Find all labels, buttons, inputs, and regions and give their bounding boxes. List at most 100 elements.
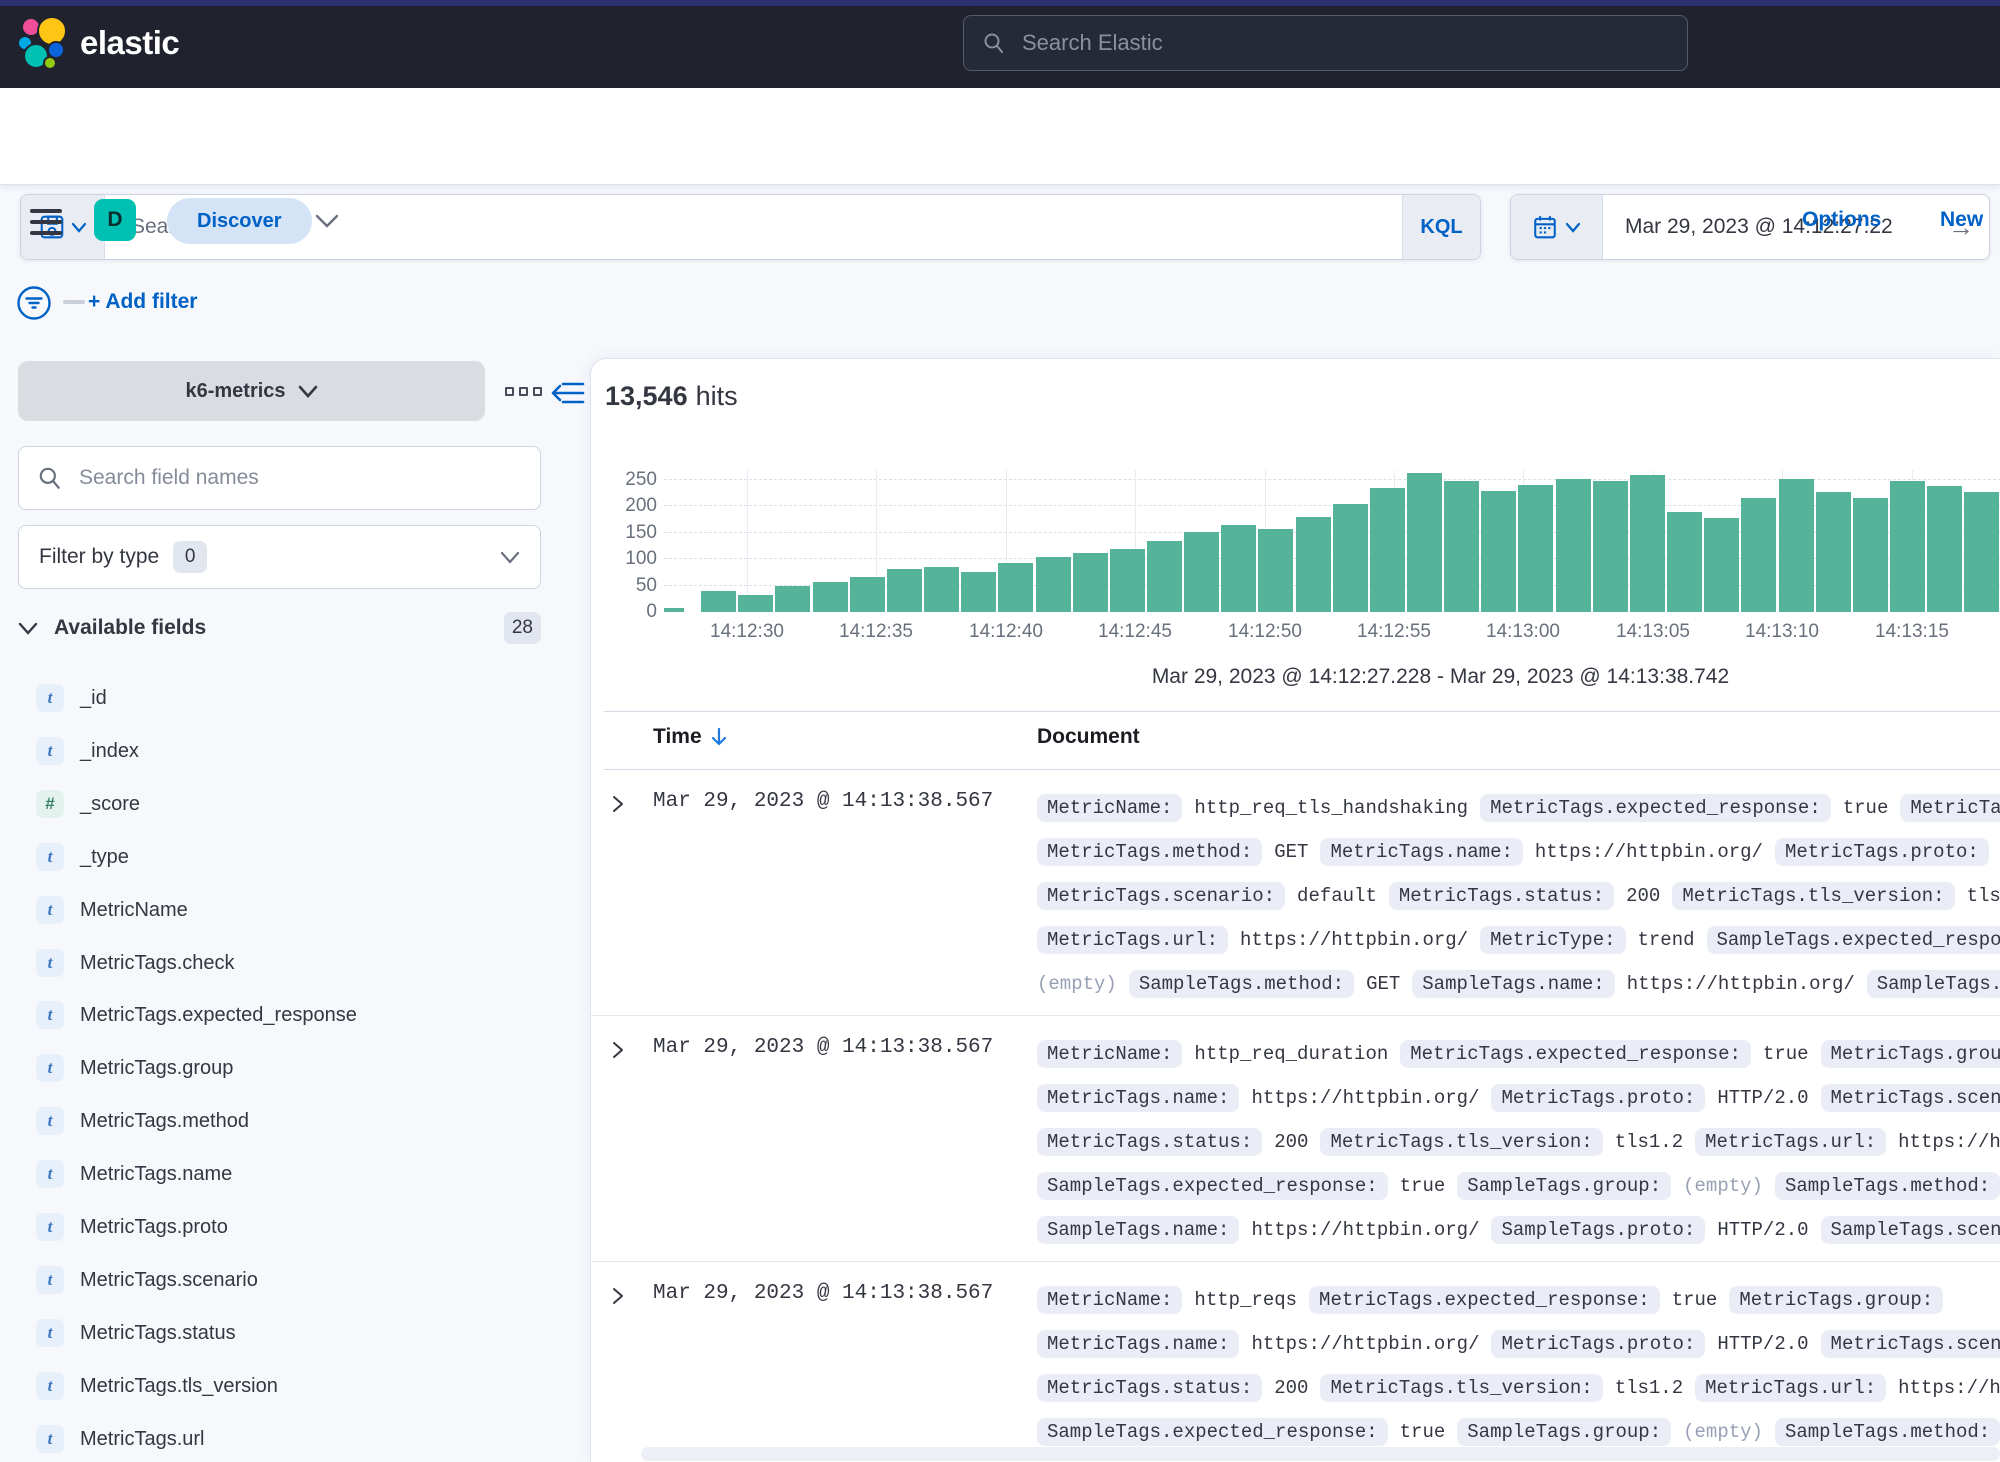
row-timestamp: Mar 29, 2023 @ 14:13:38.567 (653, 1282, 993, 1305)
field-key-pill: MetricTags.expected_response: (1309, 1286, 1660, 1314)
filter-icon[interactable] (16, 285, 52, 321)
histogram-bar (1704, 518, 1739, 612)
field-options-icon[interactable] (505, 387, 542, 396)
text-field-icon: t (36, 1266, 64, 1294)
expand-row-icon[interactable] (609, 1286, 627, 1306)
field-name: _id (80, 687, 107, 710)
space-avatar[interactable]: D (94, 199, 136, 241)
field-key-pill: MetricTags.group: (1729, 1286, 1943, 1314)
field-value: HTTP/2.0 (1717, 1087, 1808, 1109)
text-field-icon: t (36, 1425, 64, 1453)
field-search-input[interactable]: Search field names (18, 446, 541, 510)
text-field-icon: t (36, 737, 64, 765)
field-name: _score (80, 793, 140, 816)
field-item-MetricTags.proto[interactable]: tMetricTags.proto (18, 1211, 541, 1243)
field-item-MetricTags.name[interactable]: tMetricTags.name (18, 1158, 541, 1190)
histogram-bar (887, 569, 922, 612)
date-quick-select-button[interactable] (1511, 195, 1603, 259)
field-item-_index[interactable]: t _index (18, 735, 541, 767)
y-axis-tick: 150 (591, 522, 657, 544)
text-field-icon: t (36, 1054, 64, 1082)
search-icon (37, 465, 63, 491)
histogram-bar (1779, 479, 1814, 612)
time-column-header[interactable]: Time (653, 725, 728, 749)
new-button[interactable]: New (1940, 208, 1983, 232)
field-item-MetricTags.group[interactable]: tMetricTags.group (18, 1052, 541, 1084)
field-item-_id[interactable]: t _id (18, 682, 541, 714)
field-key-pill: MetricTags.proto: (1491, 1330, 1705, 1358)
field-item-MetricTags.expected_response[interactable]: tMetricTags.expected_response (18, 999, 541, 1031)
field-search-placeholder: Search field names (79, 466, 259, 490)
field-item-_score[interactable]: #_score (18, 788, 541, 820)
field-item-MetricTags.method[interactable]: tMetricTags.method (18, 1105, 541, 1137)
y-axis-tick: 0 (591, 601, 657, 623)
field-key-pill: MetricTags.status: (1037, 1374, 1262, 1402)
text-field-icon: t (36, 843, 64, 871)
horizontal-scrollbar[interactable] (641, 1447, 2000, 1461)
field-name: MetricTags.scenario (80, 1269, 258, 1292)
field-value: https://httpbin.org/ (1898, 1377, 2000, 1399)
field-item-_type[interactable]: t_type (18, 841, 541, 873)
x-axis-tick: 14:12:55 (1324, 621, 1464, 643)
field-key-pill: MetricTags.name: (1320, 838, 1522, 866)
row-document: MetricName:http_reqsMetricTags.expected_… (1037, 1278, 2000, 1454)
chevron-down-icon (298, 385, 318, 398)
histogram-bar (1667, 512, 1702, 612)
navigation-bar: D Discover Options New (0, 88, 2000, 185)
available-fields-label: Available fields (54, 616, 206, 640)
histogram-bar (1593, 481, 1628, 612)
results-panel: 13,546hits 050100150200250 14:12:3014:12… (590, 358, 2000, 1462)
chevron-down-icon (1565, 222, 1581, 233)
histogram-bar (1110, 549, 1145, 612)
calendar-icon (1532, 214, 1558, 240)
field-name: MetricTags.expected_response (80, 1004, 357, 1027)
hits-label: hits (696, 381, 738, 411)
field-item-MetricName[interactable]: tMetricName (18, 894, 541, 926)
breadcrumb-discover[interactable]: Discover (167, 198, 312, 244)
histogram-bar (775, 586, 810, 612)
field-value: default (1297, 885, 1377, 907)
filter-by-type-select[interactable]: Filter by type 0 (18, 525, 541, 589)
field-value: https://httpbin.org/ (1251, 1219, 1479, 1241)
field-item-MetricTags.tls_version[interactable]: tMetricTags.tls_version (18, 1370, 541, 1402)
text-field-icon: t (36, 896, 64, 924)
x-axis-tick: 14:12:30 (677, 621, 817, 643)
table-row: Mar 29, 2023 @ 14:13:38.567MetricName:ht… (591, 1262, 2000, 1462)
available-fields-header[interactable]: Available fields 28 (18, 610, 541, 646)
date-range-value[interactable]: Mar 29, 2023 @ 14:12:27.22 (1603, 195, 1933, 259)
field-key-pill: MetricTags.expected_response: (1400, 1040, 1751, 1068)
histogram-bar (813, 582, 848, 612)
expand-row-icon[interactable] (609, 794, 627, 814)
sort-desc-icon (710, 727, 728, 747)
histogram-bar (1853, 498, 1888, 612)
field-item-MetricTags.scenario[interactable]: t MetricTags.scenario (18, 1264, 541, 1296)
elastic-logo-icon (16, 14, 70, 72)
field-item-MetricTags.check[interactable]: tMetricTags.check (18, 947, 541, 979)
breadcrumb-chevron-down-icon[interactable] (314, 212, 340, 230)
field-value: true (1400, 1421, 1446, 1443)
global-search-input[interactable]: Search Elastic (963, 15, 1688, 71)
add-filter-button[interactable]: + Add filter (88, 290, 197, 314)
available-fields-count: 28 (504, 612, 541, 644)
field-key-pill: MetricTags.status: (1389, 882, 1614, 910)
field-key-pill: MetricTags.tls_version: (1320, 1374, 1602, 1402)
data-view-selector[interactable]: k6-metrics (18, 361, 485, 421)
field-key-pill: SampleTags.method: (1775, 1418, 2000, 1446)
field-item-MetricTags.status[interactable]: tMetricTags.status (18, 1317, 541, 1349)
field-value: GET (1366, 973, 1400, 995)
field-key-pill: MetricName: (1037, 1286, 1182, 1314)
histogram-bar (850, 577, 885, 612)
field-key-pill: MetricTags.method: (1037, 838, 1262, 866)
field-name: MetricTags.proto (80, 1216, 228, 1239)
collapse-sidebar-icon[interactable] (551, 380, 585, 406)
field-key-pill: MetricTags.url: (1695, 1374, 1886, 1402)
field-key-pill: MetricTags.expected_response: (1480, 794, 1831, 822)
expand-row-icon[interactable] (609, 1040, 627, 1060)
field-item-MetricTags.url[interactable]: tMetricTags.url (18, 1423, 541, 1455)
options-button[interactable]: Options (1802, 208, 1881, 232)
text-field-icon: t (36, 684, 64, 712)
menu-icon[interactable] (30, 209, 62, 235)
elastic-logo[interactable]: elastic (16, 14, 179, 72)
field-name: _index (80, 740, 139, 763)
kql-toggle-button[interactable]: KQL (1402, 195, 1480, 259)
